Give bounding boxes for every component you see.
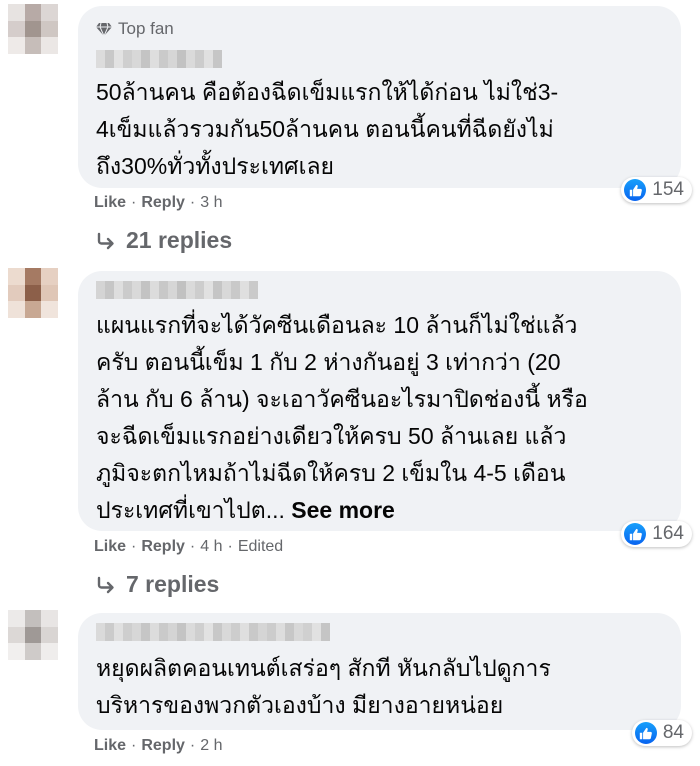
see-more-link[interactable]: See more bbox=[291, 497, 395, 523]
reaction-count[interactable]: 154 bbox=[621, 177, 692, 203]
reply-button[interactable]: Reply bbox=[141, 194, 185, 212]
like-button[interactable]: Like bbox=[94, 737, 126, 755]
reaction-count[interactable]: 84 bbox=[631, 720, 692, 746]
view-replies-link[interactable]: 7 replies bbox=[96, 571, 219, 598]
top-fan-badge: Top fan bbox=[96, 19, 174, 39]
comment-bubble: แผนแรกที่จะได้วัคซีนเดือนละ 10 ล้านก็ไม่… bbox=[78, 271, 681, 531]
comment-text: หยุดผลิตคอนเทนต์เสร่อๆ สักที หันกลับไปดู… bbox=[96, 655, 551, 718]
replies-count: 7 replies bbox=[126, 571, 220, 597]
comment-actions: Like · Reply · 4 h · Edited bbox=[94, 538, 284, 556]
comment-actions: Like · Reply · 2 h bbox=[94, 737, 223, 755]
view-replies-link[interactable]: 21 replies bbox=[96, 227, 232, 254]
like-button[interactable]: Like bbox=[94, 538, 126, 556]
reply-button[interactable]: Reply bbox=[141, 737, 185, 755]
commenter-name[interactable] bbox=[96, 50, 222, 68]
avatar[interactable] bbox=[8, 4, 58, 54]
comment-text-body: แผนแรกที่จะได้วัคซีนเดือนละ 10 ล้านก็ไม่… bbox=[96, 312, 588, 523]
like-thumb-icon bbox=[624, 523, 647, 545]
comment-bubble: หยุดผลิตคอนเทนต์เสร่อๆ สักที หันกลับไปดู… bbox=[78, 613, 681, 730]
badge-label: Top fan bbox=[118, 19, 174, 38]
commenter-name[interactable] bbox=[96, 281, 258, 299]
reaction-number: 84 bbox=[662, 722, 684, 743]
reaction-number: 154 bbox=[652, 179, 684, 200]
timestamp[interactable]: 2 h bbox=[200, 737, 222, 755]
comment-actions: Like · Reply · 3 h bbox=[94, 194, 223, 212]
avatar[interactable] bbox=[8, 268, 58, 318]
reply-button[interactable]: Reply bbox=[141, 538, 185, 556]
timestamp[interactable]: 4 h bbox=[200, 538, 222, 556]
comment-text: 50ล้านคน คือต้องฉีดเข็มแรกให้ได้ก่อน ไม่… bbox=[96, 79, 559, 179]
reaction-count[interactable]: 164 bbox=[621, 521, 692, 547]
edited-label: Edited bbox=[237, 538, 284, 555]
like-thumb-icon bbox=[624, 179, 647, 201]
commenter-name[interactable] bbox=[96, 623, 330, 641]
reply-arrow-icon bbox=[97, 232, 114, 249]
replies-count: 21 replies bbox=[126, 227, 233, 253]
like-button[interactable]: Like bbox=[94, 194, 126, 212]
diamond-icon bbox=[96, 22, 112, 36]
reply-arrow-icon bbox=[97, 576, 114, 593]
timestamp[interactable]: 3 h bbox=[200, 194, 222, 212]
like-thumb-icon bbox=[634, 722, 657, 744]
comment-text: แผนแรกที่จะได้วัคซีนเดือนละ 10 ล้านก็ไม่… bbox=[96, 307, 667, 529]
reaction-number: 164 bbox=[652, 523, 684, 544]
comment-bubble: Top fan 50ล้านคน คือต้องฉีดเข็มแรกให้ได้… bbox=[78, 6, 681, 188]
avatar[interactable] bbox=[8, 610, 58, 660]
